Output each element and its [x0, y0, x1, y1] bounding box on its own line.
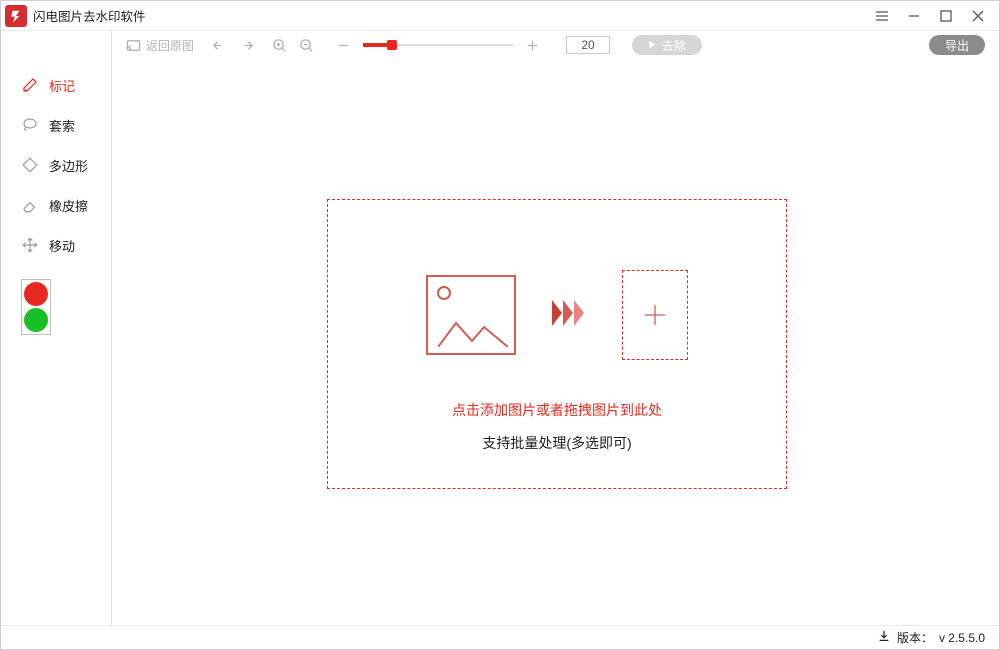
brush-size-field[interactable]: 20 — [566, 36, 610, 54]
lasso-icon — [21, 116, 39, 134]
image-drop-zone[interactable]: 点击添加图片或者拖拽图片到此处 支持批量处理(多选即可) — [327, 199, 787, 489]
tool-label: 标记 — [49, 76, 75, 95]
minimize-icon[interactable] — [907, 9, 921, 23]
version-label: 版本： — [897, 629, 933, 646]
reset-label: 返回原图 — [146, 37, 194, 54]
redo-icon[interactable] — [239, 38, 254, 53]
brush-minus-icon[interactable] — [336, 38, 351, 53]
tool-eraser[interactable]: 橡皮擦 — [21, 185, 111, 225]
reset-original-button[interactable]: 返回原图 — [126, 37, 194, 54]
tool-move[interactable]: 移动 — [21, 225, 111, 265]
drop-zone-graphic — [328, 270, 786, 360]
main-area: 标记 套索 多边形 橡皮擦 移动 — [1, 31, 999, 625]
tool-label: 移动 — [49, 236, 75, 255]
color-swatch-box — [21, 279, 51, 335]
color-swatch-green[interactable] — [24, 308, 48, 332]
title-bar: 闪电图片去水印软件 — [1, 1, 999, 31]
brush-plus-icon[interactable] — [525, 38, 540, 53]
tool-sidebar: 标记 套索 多边形 橡皮擦 移动 — [1, 31, 111, 625]
tool-label: 橡皮擦 — [49, 196, 88, 215]
tool-mark[interactable]: 标记 — [21, 65, 111, 105]
maximize-icon[interactable] — [939, 9, 953, 23]
tool-label: 多边形 — [49, 156, 88, 175]
export-label: 导出 — [945, 37, 969, 54]
drop-zone-secondary-text: 支持批量处理(多选即可) — [328, 433, 786, 453]
chevrons-right-icon — [552, 300, 586, 331]
version-value: v 2.5.5.0 — [939, 631, 985, 645]
download-icon[interactable] — [877, 629, 891, 646]
tool-label: 套索 — [49, 116, 75, 135]
move-icon — [21, 236, 39, 254]
app-title: 闪电图片去水印软件 — [33, 6, 875, 25]
remove-watermark-button[interactable]: 去除 — [632, 35, 702, 55]
add-image-button[interactable] — [622, 270, 688, 360]
color-swatch-red[interactable] — [24, 282, 48, 306]
remove-label: 去除 — [662, 37, 686, 54]
image-placeholder-icon — [426, 275, 516, 355]
play-icon — [648, 38, 657, 52]
menu-icon[interactable] — [875, 9, 889, 23]
brush-size-slider[interactable] — [363, 38, 513, 52]
app-logo-icon — [5, 5, 27, 27]
tool-polygon[interactable]: 多边形 — [21, 145, 111, 185]
zoom-in-icon[interactable] — [272, 38, 287, 53]
status-bar: 版本： v 2.5.5.0 — [1, 625, 999, 649]
close-icon[interactable] — [971, 9, 985, 23]
canvas-toolbar: 返回原图 — [112, 31, 999, 59]
marker-icon — [21, 76, 39, 94]
reset-icon — [126, 38, 141, 53]
drop-zone-primary-text: 点击添加图片或者拖拽图片到此处 — [328, 400, 786, 420]
canvas-panel: 返回原图 — [111, 31, 999, 625]
tool-lasso[interactable]: 套索 — [21, 105, 111, 145]
undo-icon[interactable] — [212, 38, 227, 53]
zoom-out-icon[interactable] — [299, 38, 314, 53]
eraser-icon — [21, 196, 39, 214]
polygon-icon — [21, 156, 39, 174]
export-button[interactable]: 导出 — [929, 35, 985, 55]
